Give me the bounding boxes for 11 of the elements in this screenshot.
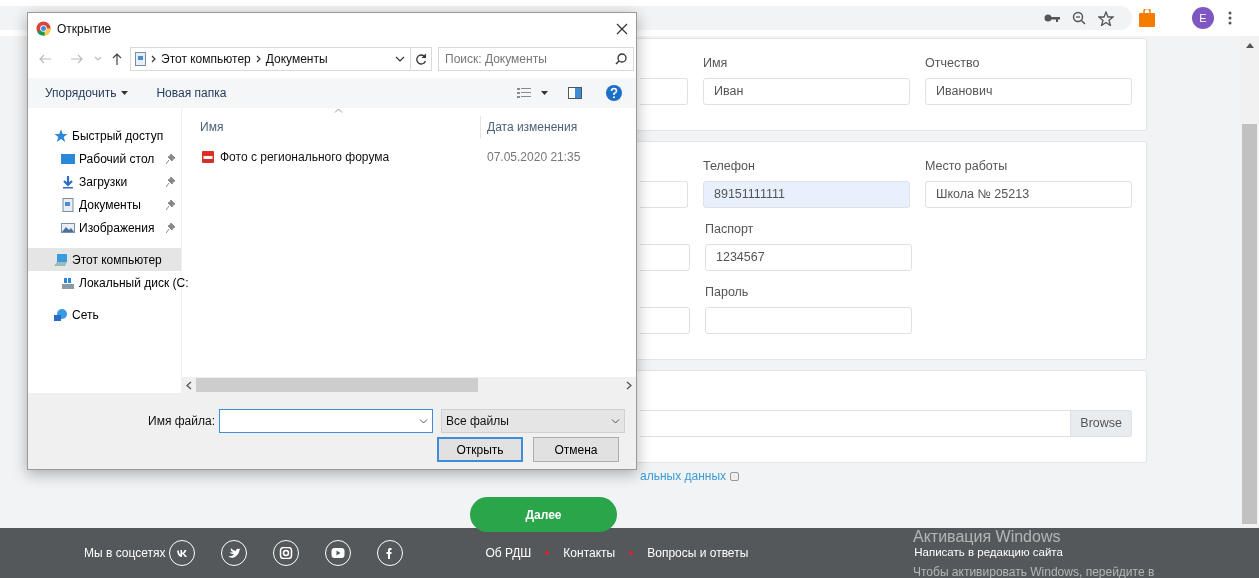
dialog-title: Открытие: [57, 20, 113, 38]
field-label: Отчество: [925, 55, 981, 71]
field-label: Паспорт: [705, 221, 755, 237]
activation-text: Чтобы активировать Windows, перейдите в: [913, 566, 1155, 578]
field-label: Пароль: [705, 284, 750, 300]
activation-title: Активация Windows: [913, 529, 1061, 545]
social-label: Мы в соцсетях: [84, 545, 166, 562]
field-label: Имя: [703, 55, 729, 71]
filename-label: Имя файла:: [148, 413, 215, 430]
field-label: Место работы: [925, 158, 1009, 174]
field-label: Телефон: [703, 158, 756, 174]
